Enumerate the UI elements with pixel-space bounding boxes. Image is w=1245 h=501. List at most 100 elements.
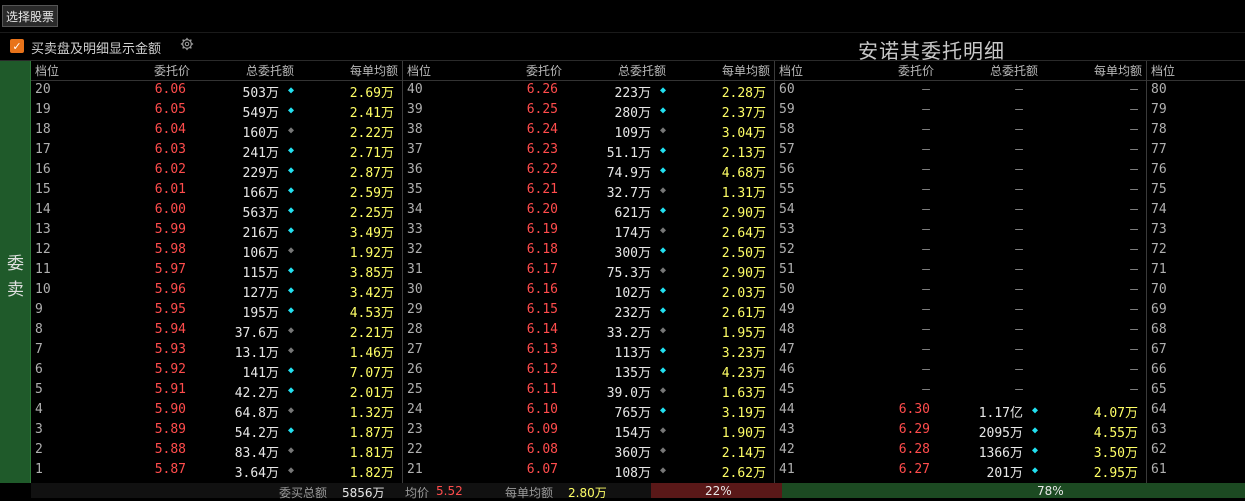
order-row[interactable]: 73 bbox=[1147, 221, 1245, 241]
order-row[interactable]: 35 6.21 32.7万 ◆ 1.31万 bbox=[403, 181, 774, 201]
order-row[interactable]: 24 6.10 765万 ◆ 3.19万 bbox=[403, 401, 774, 421]
show-amount-label[interactable]: 买卖盘及明细显示金额 bbox=[31, 38, 161, 57]
select-stock-button[interactable]: 选择股票 bbox=[2, 5, 58, 27]
order-row[interactable]: 61 bbox=[1147, 461, 1245, 481]
order-row[interactable]: 29 6.15 232万 ◆ 2.61万 bbox=[403, 301, 774, 321]
order-row[interactable]: 76 bbox=[1147, 161, 1245, 181]
gear-icon[interactable] bbox=[180, 37, 194, 51]
order-row[interactable]: 10 5.96 127万 ◆ 3.42万 bbox=[31, 281, 402, 301]
order-row[interactable]: 27 6.13 113万 ◆ 3.23万 bbox=[403, 341, 774, 361]
order-row[interactable]: 43 6.29 2095万 ◆ 4.55万 bbox=[775, 421, 1146, 441]
order-row[interactable]: 16 6.02 229万 ◆ 2.87万 bbox=[31, 161, 402, 181]
order-row[interactable]: 19 6.05 549万 ◆ 2.41万 bbox=[31, 101, 402, 121]
order-row[interactable]: 39 6.25 280万 ◆ 2.37万 bbox=[403, 101, 774, 121]
order-row[interactable]: 5 5.91 42.2万 ◆ 2.01万 bbox=[31, 381, 402, 401]
order-row[interactable]: 71 bbox=[1147, 261, 1245, 281]
order-row[interactable]: 67 bbox=[1147, 341, 1245, 361]
order-row[interactable]: 14 6.00 563万 ◆ 2.25万 bbox=[31, 201, 402, 221]
avg-cell: — bbox=[1130, 162, 1138, 177]
order-row[interactable]: 38 6.24 109万 ◆ 3.04万 bbox=[403, 121, 774, 141]
order-row[interactable]: 34 6.20 621万 ◆ 2.90万 bbox=[403, 201, 774, 221]
order-row[interactable]: 1 5.87 3.64万 ◆ 1.82万 bbox=[31, 461, 402, 481]
order-row[interactable]: 3 5.89 54.2万 ◆ 1.87万 bbox=[31, 421, 402, 441]
price-cell: 6.15 bbox=[526, 302, 558, 317]
price-cell: 6.29 bbox=[898, 422, 930, 437]
order-row[interactable]: 8 5.94 37.6万 ◆ 2.21万 bbox=[31, 321, 402, 341]
level-cell: 74 bbox=[1151, 202, 1167, 217]
show-amount-checkbox[interactable]: ✓ bbox=[10, 39, 24, 53]
order-row[interactable]: 30 6.16 102万 ◆ 2.03万 bbox=[403, 281, 774, 301]
order-row[interactable]: 17 6.03 241万 ◆ 2.71万 bbox=[31, 141, 402, 161]
order-row[interactable]: 48 — — — bbox=[775, 321, 1146, 341]
level-cell: 13 bbox=[35, 222, 51, 237]
avg-cell: — bbox=[1130, 322, 1138, 337]
order-row[interactable]: 65 bbox=[1147, 381, 1245, 401]
order-row[interactable]: 50 — — — bbox=[775, 281, 1146, 301]
order-row[interactable]: 64 bbox=[1147, 401, 1245, 421]
order-row[interactable]: 18 6.04 160万 ◆ 2.22万 bbox=[31, 121, 402, 141]
order-row[interactable]: 28 6.14 33.2万 ◆ 1.95万 bbox=[403, 321, 774, 341]
order-row[interactable]: 47 — — — bbox=[775, 341, 1146, 361]
order-row[interactable]: 13 5.99 216万 ◆ 3.49万 bbox=[31, 221, 402, 241]
order-row[interactable]: 23 6.09 154万 ◆ 1.90万 bbox=[403, 421, 774, 441]
order-row[interactable]: 42 6.28 1366万 ◆ 3.50万 bbox=[775, 441, 1146, 461]
order-row[interactable]: 63 bbox=[1147, 421, 1245, 441]
order-row[interactable]: 22 6.08 360万 ◆ 2.14万 bbox=[403, 441, 774, 461]
order-row[interactable]: 31 6.17 75.3万 ◆ 2.90万 bbox=[403, 261, 774, 281]
order-row[interactable]: 49 — — — bbox=[775, 301, 1146, 321]
order-row[interactable]: 70 bbox=[1147, 281, 1245, 301]
order-row[interactable]: 26 6.12 135万 ◆ 4.23万 bbox=[403, 361, 774, 381]
diamond-inactive-icon: ◆ bbox=[287, 445, 294, 456]
order-row[interactable]: 66 bbox=[1147, 361, 1245, 381]
order-row[interactable]: 9 5.95 195万 ◆ 4.53万 bbox=[31, 301, 402, 321]
order-row[interactable]: 21 6.07 108万 ◆ 2.62万 bbox=[403, 461, 774, 481]
order-row[interactable]: 41 6.27 201万 ◆ 2.95万 bbox=[775, 461, 1146, 481]
order-row[interactable]: 54 — — — bbox=[775, 201, 1146, 221]
order-row[interactable]: 7 5.93 13.1万 ◆ 1.46万 bbox=[31, 341, 402, 361]
order-row[interactable]: 60 — — — bbox=[775, 81, 1146, 101]
order-row[interactable]: 69 bbox=[1147, 301, 1245, 321]
order-row[interactable]: 56 — — — bbox=[775, 161, 1146, 181]
order-row[interactable]: 59 — — — bbox=[775, 101, 1146, 121]
order-row[interactable]: 68 bbox=[1147, 321, 1245, 341]
order-row[interactable]: 44 6.30 1.17亿 ◆ 4.07万 bbox=[775, 401, 1146, 421]
price-cell: 6.24 bbox=[526, 122, 558, 137]
order-row[interactable]: 77 bbox=[1147, 141, 1245, 161]
order-row[interactable]: 25 6.11 39.0万 ◆ 1.63万 bbox=[403, 381, 774, 401]
order-row[interactable]: 51 — — — bbox=[775, 261, 1146, 281]
order-row[interactable]: 62 bbox=[1147, 441, 1245, 461]
order-row[interactable]: 46 — — — bbox=[775, 361, 1146, 381]
order-row[interactable]: 72 bbox=[1147, 241, 1245, 261]
price-cell: 6.27 bbox=[898, 462, 930, 477]
order-row[interactable]: 33 6.19 174万 ◆ 2.64万 bbox=[403, 221, 774, 241]
order-row[interactable]: 78 bbox=[1147, 121, 1245, 141]
order-row[interactable]: 11 5.97 115万 ◆ 3.85万 bbox=[31, 261, 402, 281]
order-row[interactable]: 37 6.23 51.1万 ◆ 2.13万 bbox=[403, 141, 774, 161]
order-row[interactable]: 74 bbox=[1147, 201, 1245, 221]
order-row[interactable]: 4 5.90 64.8万 ◆ 1.32万 bbox=[31, 401, 402, 421]
order-row[interactable]: 15 6.01 166万 ◆ 2.59万 bbox=[31, 181, 402, 201]
order-row[interactable]: 20 6.06 503万 ◆ 2.69万 bbox=[31, 81, 402, 101]
order-row[interactable]: 36 6.22 74.9万 ◆ 4.68万 bbox=[403, 161, 774, 181]
order-row[interactable]: 52 — — — bbox=[775, 241, 1146, 261]
order-row[interactable]: 45 — — — bbox=[775, 381, 1146, 401]
diamond-inactive-icon: ◆ bbox=[287, 345, 294, 356]
order-row[interactable]: 58 — — — bbox=[775, 121, 1146, 141]
order-row[interactable]: 40 6.26 223万 ◆ 2.28万 bbox=[403, 81, 774, 101]
level-cell: 45 bbox=[779, 382, 795, 397]
total-cell: 13.1万 bbox=[234, 346, 279, 361]
order-row[interactable]: 55 — — — bbox=[775, 181, 1146, 201]
order-row[interactable]: 6 5.92 141万 ◆ 7.07万 bbox=[31, 361, 402, 381]
level-cell: 56 bbox=[779, 162, 795, 177]
order-row[interactable]: 75 bbox=[1147, 181, 1245, 201]
order-row[interactable]: 53 — — — bbox=[775, 221, 1146, 241]
diamond-active-icon: ◆ bbox=[287, 385, 294, 396]
order-row[interactable]: 2 5.88 83.4万 ◆ 1.81万 bbox=[31, 441, 402, 461]
order-row[interactable]: 79 bbox=[1147, 101, 1245, 121]
diamond-active-icon: ◆ bbox=[659, 105, 666, 116]
order-row[interactable]: 80 bbox=[1147, 81, 1245, 101]
total-cell: — bbox=[1015, 282, 1023, 297]
order-row[interactable]: 32 6.18 300万 ◆ 2.50万 bbox=[403, 241, 774, 261]
order-row[interactable]: 57 — — — bbox=[775, 141, 1146, 161]
order-row[interactable]: 12 5.98 106万 ◆ 1.92万 bbox=[31, 241, 402, 261]
